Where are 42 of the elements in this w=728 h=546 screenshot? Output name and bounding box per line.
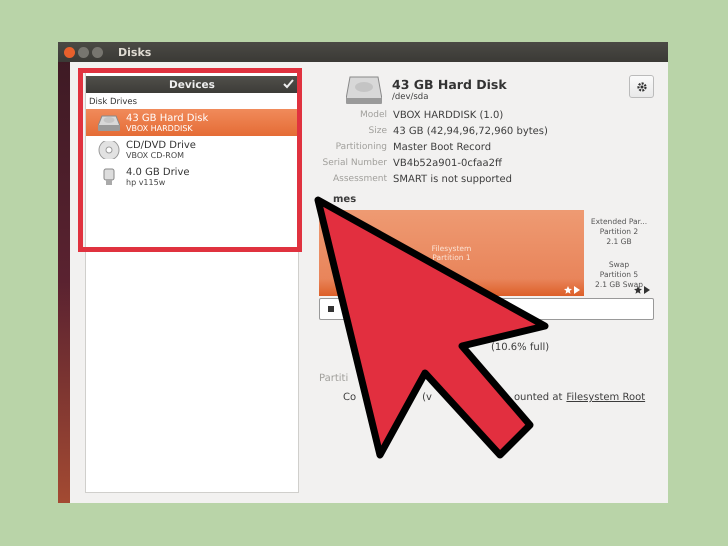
property-value: SMART is not supported [393, 174, 513, 185]
usage-text: (10.6% full) [491, 342, 550, 353]
play-icon [574, 286, 580, 294]
device-name: 4.0 GB Drive [126, 166, 190, 178]
property-value: VBOX HARDDISK (1.0) [393, 110, 504, 121]
close-button[interactable] [64, 46, 75, 58]
device-model: hp v115w [126, 178, 166, 186]
devices-title: Devices [169, 78, 215, 90]
property-label: Partitioning [334, 142, 387, 153]
disk-title: 43 GB Hard Disk [392, 77, 508, 92]
property-value: 43 GB (42,94,96,72,960 bytes) [393, 126, 549, 137]
section-label: Disk Drives [88, 96, 138, 109]
square-icon [328, 306, 334, 312]
device-item[interactable]: CD/DVD Drive VBOX CD-ROM [86, 136, 298, 163]
maximize-button[interactable] [92, 46, 103, 58]
device-model: VBOX CD-ROM [126, 150, 186, 160]
settings-icon [636, 80, 648, 92]
hard-disk-icon [98, 114, 120, 132]
star-icon [564, 286, 572, 294]
device-item[interactable]: 4.0 GB Drive hp v115w [86, 163, 298, 190]
play-icon [644, 286, 650, 294]
mount-link[interactable]: Filesystem Root [566, 392, 646, 403]
property-label: Serial Number [322, 158, 387, 169]
device-model: VBOX HARDDISK [126, 124, 194, 132]
property-value: Master Boot Record [393, 142, 492, 153]
property-label: Model [358, 110, 387, 121]
settings-button[interactable] [629, 75, 654, 98]
property-label: Size [368, 126, 387, 137]
window-title: Disks [118, 46, 152, 58]
device-path: /dev/sda [392, 92, 430, 102]
partition-label: Partiti [319, 373, 350, 384]
contents-text: (v [422, 392, 432, 403]
mount-text: ounted at [514, 392, 562, 403]
volumes-heading: mes [333, 194, 358, 205]
property-label: Assessment [332, 174, 387, 185]
minimize-button[interactable] [78, 46, 89, 58]
check-icon[interactable] [283, 79, 294, 89]
hard-disk-icon [346, 75, 382, 105]
device-name: 43 GB Hard Disk [126, 112, 208, 124]
property-value: VB4b52a901-0cfaa2ff [393, 158, 504, 169]
contents-label: Co [343, 392, 356, 403]
device-name: CD/DVD Drive [126, 140, 196, 150]
